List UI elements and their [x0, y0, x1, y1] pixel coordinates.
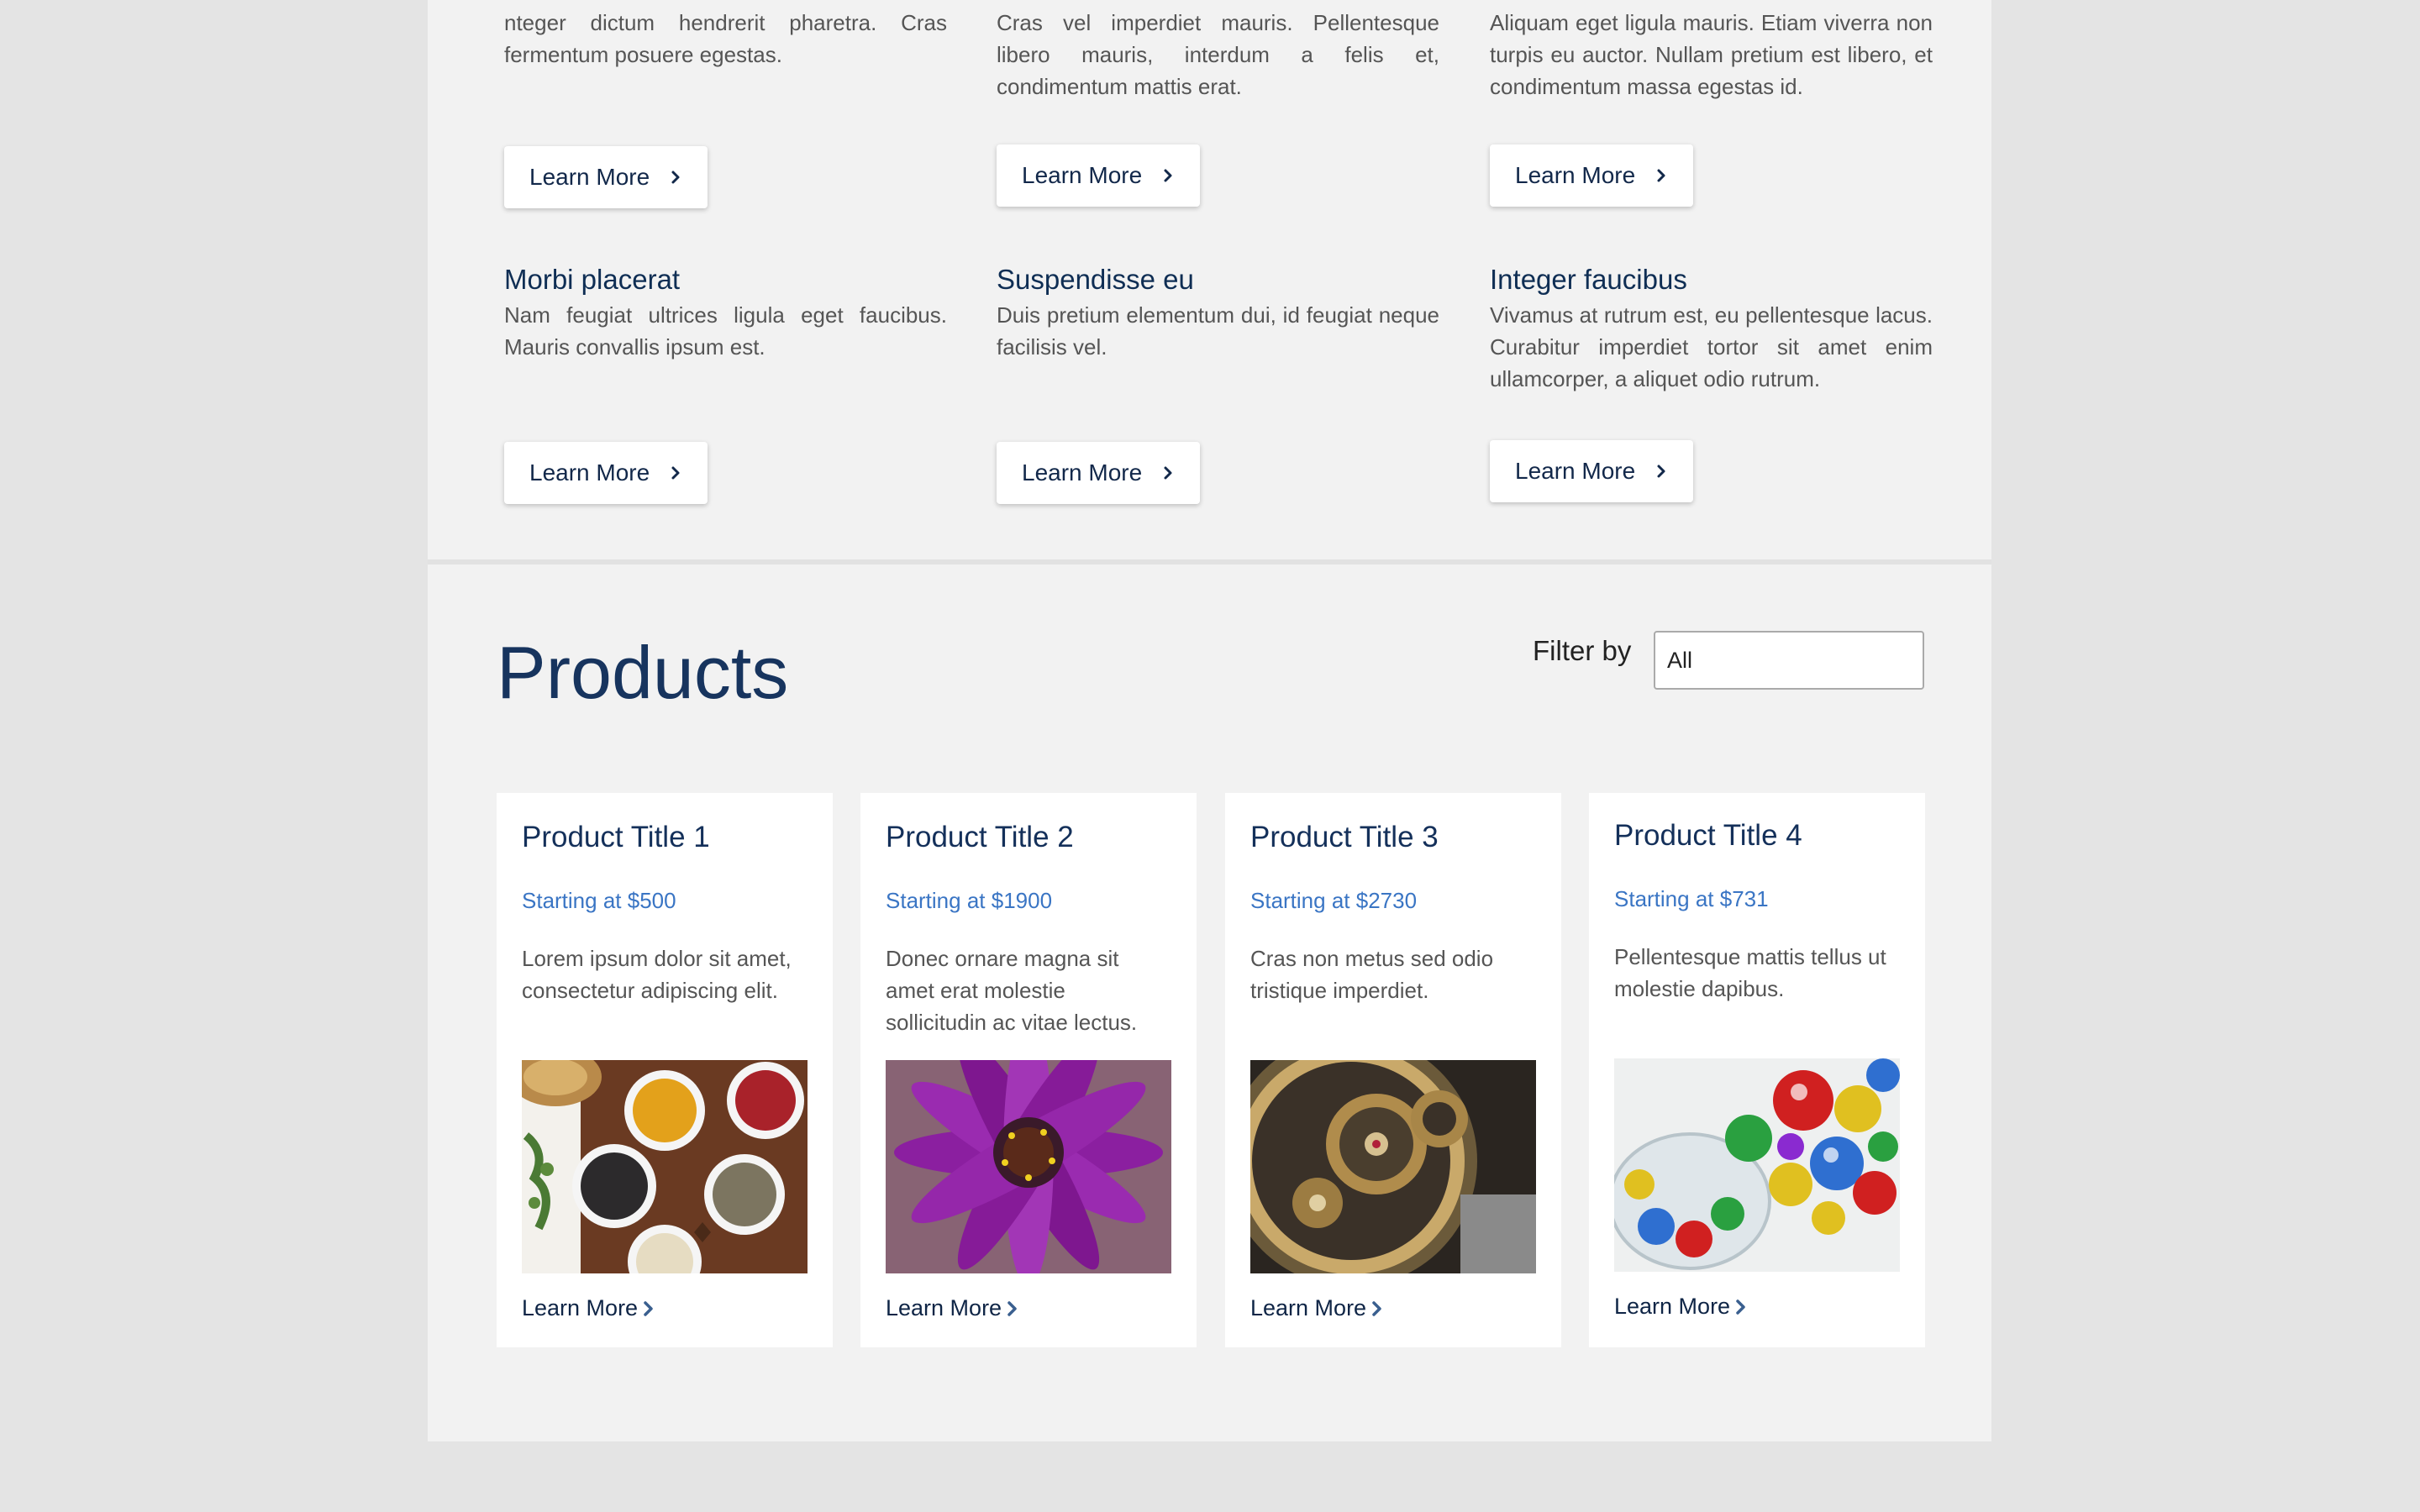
product-card: Product Title 3 Starting at $2730 Cras n…	[1225, 793, 1561, 1347]
spices-bowls-image	[522, 1060, 808, 1273]
feature-title: Morbi placerat	[504, 264, 681, 295]
learn-more-button[interactable]: Learn More	[997, 442, 1200, 504]
products-heading: Products	[497, 631, 789, 714]
learn-more-label: Learn More	[886, 1295, 1002, 1320]
chevron-right-icon	[666, 464, 685, 482]
product-card: Product Title 1 Starting at $500 Lorem i…	[497, 793, 833, 1347]
feature-item: Aliquam eget ligula mauris. Etiam viverr…	[1490, 7, 1933, 102]
learn-more-label: Learn More	[522, 1295, 639, 1320]
learn-more-label: Learn More	[1250, 1295, 1367, 1320]
product-title: Product Title 2	[886, 821, 1074, 853]
learn-more-label: Learn More	[1515, 162, 1636, 188]
product-card: Product Title 4 Starting at $731 Pellent…	[1589, 793, 1925, 1347]
feature-title: Suspendisse eu	[997, 264, 1194, 295]
learn-more-label: Learn More	[1022, 459, 1143, 486]
chevron-right-icon	[641, 1299, 656, 1317]
product-title: Product Title 3	[1250, 821, 1439, 853]
feature-text: Nam feugiat ultrices ligula eget faucibu…	[504, 302, 947, 360]
feature-title: Integer faucibus	[1490, 264, 1687, 295]
feature-item: Morbi placerat Nam feugiat ultrices ligu…	[504, 260, 947, 363]
feature-item: Suspendisse eu Duis pretium elementum du…	[997, 260, 1439, 363]
chevron-right-icon	[1733, 1297, 1749, 1315]
features-section: nteger dictum hendrerit pharetra. Cras f…	[428, 0, 1991, 564]
chevron-right-icon	[1652, 462, 1670, 480]
page-container: nteger dictum hendrerit pharetra. Cras f…	[428, 0, 1991, 1441]
feature-text: Cras vel imperdiet mauris. Pellentesque …	[997, 10, 1439, 99]
product-description: Pellentesque mattis tellus ut molestie d…	[1614, 944, 1886, 1001]
chevron-right-icon	[666, 168, 685, 186]
chevron-right-icon	[1159, 464, 1177, 482]
product-learn-more-link[interactable]: Learn More	[1250, 1293, 1385, 1323]
filter-label: Filter by	[1533, 635, 1632, 666]
feature-text: Vivamus at rutrum est, eu pellentesque l…	[1490, 302, 1933, 391]
product-description: Lorem ipsum dolor sit amet, consectetur …	[522, 946, 792, 1003]
purple-flower-image	[886, 1060, 1171, 1273]
product-title: Product Title 1	[522, 821, 710, 853]
product-price: Starting at $1900	[886, 888, 1053, 913]
feature-item: Integer faucibus Vivamus at rutrum est, …	[1490, 260, 1933, 395]
learn-more-label: Learn More	[1614, 1294, 1731, 1319]
chevron-right-icon	[1005, 1299, 1020, 1317]
feature-text: Aliquam eget ligula mauris. Etiam viverr…	[1490, 10, 1933, 99]
product-learn-more-link[interactable]: Learn More	[886, 1293, 1020, 1323]
learn-more-button[interactable]: Learn More	[504, 146, 708, 208]
watch-gears-image	[1250, 1060, 1536, 1273]
learn-more-button[interactable]: Learn More	[1490, 440, 1693, 502]
learn-more-label: Learn More	[1022, 162, 1143, 188]
feature-text: nteger dictum hendrerit pharetra. Cras f…	[504, 10, 947, 67]
feature-item: Cras vel imperdiet mauris. Pellentesque …	[997, 7, 1439, 102]
chevron-right-icon	[1159, 166, 1177, 185]
product-learn-more-link[interactable]: Learn More	[522, 1293, 656, 1323]
product-price: Starting at $2730	[1250, 888, 1418, 913]
feature-item: nteger dictum hendrerit pharetra. Cras f…	[504, 7, 947, 71]
learn-more-button[interactable]: Learn More	[1490, 144, 1693, 207]
learn-more-label: Learn More	[1515, 458, 1636, 484]
chevron-right-icon	[1652, 166, 1670, 185]
chevron-right-icon	[1370, 1299, 1385, 1317]
learn-more-button[interactable]: Learn More	[997, 144, 1200, 207]
feature-text: Duis pretium elementum dui, id feugiat n…	[997, 302, 1439, 360]
learn-more-label: Learn More	[529, 459, 650, 486]
product-card: Product Title 2 Starting at $1900 Donec …	[860, 793, 1197, 1347]
product-description: Donec ornare magna sit amet erat molesti…	[886, 946, 1138, 1035]
learn-more-label: Learn More	[529, 164, 650, 190]
filter-input[interactable]	[1654, 631, 1924, 690]
glass-marbles-image	[1614, 1058, 1900, 1272]
product-title: Product Title 4	[1614, 819, 1802, 852]
product-price: Starting at $731	[1614, 886, 1769, 911]
learn-more-button[interactable]: Learn More	[504, 442, 708, 504]
product-learn-more-link[interactable]: Learn More	[1614, 1291, 1749, 1321]
product-description: Cras non metus sed odio tristique imperd…	[1250, 946, 1494, 1003]
product-price: Starting at $500	[522, 888, 676, 913]
